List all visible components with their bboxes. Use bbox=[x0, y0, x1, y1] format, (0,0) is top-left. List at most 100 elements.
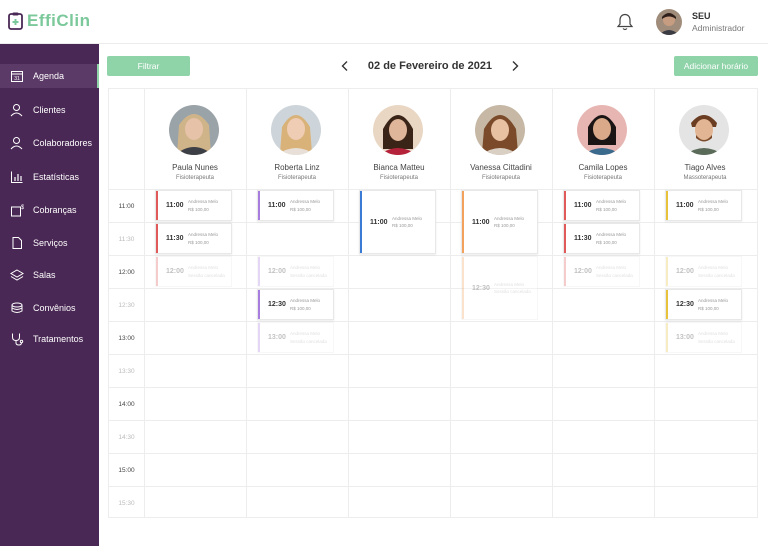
appointment-time: 11:00 bbox=[676, 202, 694, 209]
professional-role: Massoterapeuta bbox=[683, 175, 727, 181]
appointment-time: 13:00 bbox=[268, 334, 286, 341]
appointment-time: 11:00 bbox=[268, 202, 286, 209]
sidebar-item-label: Agenda bbox=[33, 71, 65, 81]
professional-header[interactable]: Roberta Linz Fisioterapeuta bbox=[246, 89, 348, 189]
sidebar-item-agenda[interactable]: 31 Agenda bbox=[0, 64, 99, 88]
appointment-card[interactable]: 13:00 Andressa Melo Sessão cancelada bbox=[257, 322, 334, 353]
sidebar-item-servicos[interactable]: Serviços bbox=[0, 231, 99, 255]
appointment-time: 11:30 bbox=[166, 235, 184, 242]
appointment-info: Andressa Melo R$ 100,00 bbox=[698, 297, 728, 312]
appointment-client: Andressa Melo bbox=[290, 298, 321, 303]
appointment-client: Andressa Melo bbox=[290, 265, 321, 270]
add-slot-button[interactable]: Adicionar horário bbox=[674, 56, 758, 76]
appointment-price: R$ 100,00 bbox=[596, 239, 617, 245]
professional-header[interactable]: Paula Nunes Fisioterapeuta bbox=[144, 89, 246, 189]
professional-photo bbox=[271, 105, 321, 155]
time-label: 12:00 bbox=[118, 269, 135, 276]
professional-header[interactable]: Camila Lopes Fisioterapeuta bbox=[552, 89, 654, 189]
professional-name: Tiago Alves bbox=[684, 163, 726, 172]
sidebar-item-label: Tratamentos bbox=[33, 334, 84, 344]
layers-icon bbox=[10, 269, 24, 281]
appointment-client: Andressa Melo bbox=[698, 331, 729, 336]
appointment-card[interactable]: 12:00 Andressa Melo Sessão cancelada bbox=[257, 256, 334, 287]
logo[interactable]: EffiClin bbox=[8, 11, 91, 31]
logo-text: EffiClin bbox=[27, 11, 91, 30]
appointment-card[interactable]: 11:00 Andressa Melo R$ 100,00 bbox=[461, 190, 538, 254]
appointment-card[interactable]: 12:30 Andressa Melo R$ 100,00 bbox=[665, 289, 742, 320]
sidebar-item-colaboradores[interactable]: Colaboradores bbox=[0, 131, 99, 155]
professional-name: Camila Lopes bbox=[578, 163, 628, 172]
professional-role: Fisioterapeuta bbox=[481, 175, 521, 181]
appointment-time: 12:30 bbox=[268, 301, 286, 308]
appointment-status-bar bbox=[564, 191, 566, 220]
appointment-card[interactable]: 12:30 Andressa Melo R$ 100,00 bbox=[257, 289, 334, 320]
sidebar-item-label: Convênios bbox=[33, 303, 76, 313]
appointment-time: 11:00 bbox=[472, 218, 490, 226]
appointment-time: 11:00 bbox=[370, 218, 388, 226]
appointment-client: Andressa Melo bbox=[698, 298, 729, 303]
appointment-info: Andressa Melo R$ 100,00 bbox=[188, 198, 218, 213]
file-icon bbox=[12, 237, 22, 249]
appointment-info: Andressa Melo Sessão cancelada bbox=[596, 264, 633, 279]
appointment-card[interactable]: 12:30 Andressa Melo Sessão cancelada bbox=[461, 256, 538, 320]
professional-role: Fisioterapeuta bbox=[583, 175, 623, 181]
appointment-card[interactable]: 11:30 Andressa Melo R$ 100,00 bbox=[563, 223, 640, 254]
sidebar-item-clientes[interactable]: Clientes bbox=[0, 98, 99, 122]
appointment-status-bar bbox=[156, 257, 158, 286]
appointment-time: 12:00 bbox=[166, 268, 184, 275]
appointment-info: Andressa Melo R$ 100,00 bbox=[596, 231, 626, 246]
appointment-status-bar bbox=[666, 290, 668, 319]
professional-header[interactable]: Tiago Alves Massoterapeuta bbox=[654, 89, 756, 189]
sidebar-item-estatisticas[interactable]: Estatísticas bbox=[0, 165, 99, 189]
appointment-info: Andressa Melo R$ 100,00 bbox=[698, 198, 728, 213]
appointment-price: R$ 100,00 bbox=[596, 206, 617, 212]
sidebar-item-tratamentos[interactable]: Tratamentos bbox=[0, 327, 99, 351]
appointment-client: Andressa Melo bbox=[392, 215, 423, 221]
appointment-card[interactable]: 12:00 Andressa Melo Sessão cancelada bbox=[155, 256, 232, 287]
appointment-info: Andressa Melo R$ 100,00 bbox=[290, 297, 320, 312]
appointment-info: Andressa Melo Sessão cancelada bbox=[290, 330, 327, 345]
professional-header[interactable]: Bianca Matteu Fisioterapeuta bbox=[348, 89, 450, 189]
sidebar-item-label: Salas bbox=[33, 270, 56, 280]
professional-header[interactable]: Vanessa Cittadini Fisioterapeuta bbox=[450, 89, 552, 189]
appointment-card[interactable]: 11:00 Andressa Melo R$ 100,00 bbox=[359, 190, 436, 254]
appointment-client: Andressa Melo bbox=[290, 199, 321, 204]
appointment-card[interactable]: 11:30 Andressa Melo R$ 100,00 bbox=[155, 223, 232, 254]
professional-photo bbox=[373, 105, 423, 155]
time-label: 11:30 bbox=[118, 236, 135, 243]
current-date: 02 de Fevereiro de 2021 bbox=[367, 60, 493, 72]
appointment-info: Andressa Melo Sessão cancelada bbox=[188, 264, 225, 279]
appointment-price: Sessão cancelada bbox=[698, 338, 735, 344]
stethoscope-icon bbox=[12, 333, 24, 346]
chevron-right-icon[interactable] bbox=[510, 60, 520, 72]
sidebar-item-cobrancas[interactable]: $ Cobranças bbox=[0, 198, 99, 222]
sidebar-item-convenios[interactable]: Convênios bbox=[0, 296, 99, 320]
professional-role: Fisioterapeuta bbox=[379, 175, 419, 181]
appointment-status-bar bbox=[462, 191, 464, 253]
appointment-card[interactable]: 11:00 Andressa Melo R$ 100,00 bbox=[563, 190, 640, 221]
user-avatar[interactable] bbox=[656, 9, 682, 35]
appointment-card[interactable]: 12:00 Andressa Melo Sessão cancelada bbox=[563, 256, 640, 287]
sidebar-item-label: Clientes bbox=[33, 105, 66, 115]
appointment-status-bar bbox=[258, 191, 260, 220]
sidebar-item-salas[interactable]: Salas bbox=[0, 263, 99, 287]
professional-name: Paula Nunes bbox=[172, 163, 218, 172]
time-label: 15:00 bbox=[118, 467, 135, 474]
appointment-price: R$ 100,00 bbox=[188, 206, 209, 212]
appointment-card[interactable]: 13:00 Andressa Melo Sessão cancelada bbox=[665, 322, 742, 353]
appointment-info: Andressa Melo Sessão cancelada bbox=[494, 281, 531, 296]
appointment-status-bar bbox=[462, 257, 464, 319]
bell-icon[interactable] bbox=[615, 12, 635, 32]
appointment-info: Andressa Melo Sessão cancelada bbox=[698, 330, 735, 345]
appointment-price: Sessão cancelada bbox=[596, 272, 633, 278]
user-name: SEU bbox=[692, 11, 711, 21]
chevron-left-icon[interactable] bbox=[340, 60, 350, 72]
appointment-card[interactable]: 11:00 Andressa Melo R$ 100,00 bbox=[257, 190, 334, 221]
sidebar-item-label: Serviços bbox=[33, 238, 68, 248]
filter-button[interactable]: Filtrar bbox=[107, 56, 190, 76]
appointment-card[interactable]: 11:00 Andressa Melo R$ 100,00 bbox=[155, 190, 232, 221]
appointment-card[interactable]: 12:00 Andressa Melo Sessão cancelada bbox=[665, 256, 742, 287]
appointment-status-bar bbox=[360, 191, 362, 253]
appointment-price: Sessão cancelada bbox=[290, 338, 327, 344]
appointment-card[interactable]: 11:00 Andressa Melo R$ 100,00 bbox=[665, 190, 742, 221]
